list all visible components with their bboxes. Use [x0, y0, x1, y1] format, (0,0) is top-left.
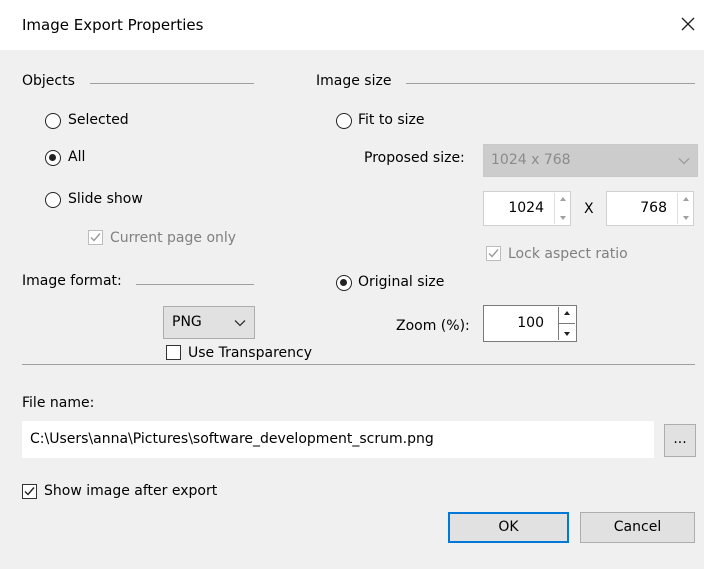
file-name-value: C:\Users\anna\Pictures\software_developm…: [30, 431, 434, 447]
objects-heading: Objects: [22, 73, 75, 89]
lock-aspect-ratio-checkbox[interactable]: [486, 246, 501, 261]
arrow-up-icon: [682, 197, 689, 201]
width-spin-buttons: [554, 193, 570, 224]
zoom-spinner[interactable]: 100: [483, 305, 577, 342]
proposed-size-select[interactable]: 1024 x 768: [483, 144, 698, 177]
use-transparency-checkbox[interactable]: [166, 345, 181, 360]
checkmark-icon: [488, 249, 499, 258]
arrow-down-icon: [559, 216, 566, 220]
chevron-down-icon: [234, 320, 246, 327]
width-value: 1024: [508, 200, 544, 216]
arrow-up-icon: [564, 311, 570, 315]
width-decrement-button[interactable]: [555, 209, 570, 225]
height-increment-button[interactable]: [678, 193, 693, 209]
cancel-button[interactable]: Cancel: [580, 512, 695, 543]
current-page-only-label: Current page only: [110, 230, 237, 246]
width-increment-button[interactable]: [555, 193, 570, 209]
width-spinner[interactable]: 1024: [483, 191, 571, 226]
show-image-after-export-checkbox[interactable]: [22, 484, 37, 499]
size-separator-x: X: [584, 201, 594, 217]
lock-aspect-ratio-label: Lock aspect ratio: [508, 246, 628, 262]
close-button[interactable]: [672, 8, 704, 40]
zoom-increment-button[interactable]: [559, 307, 575, 324]
zoom-label: Zoom (%):: [396, 318, 470, 334]
ok-button[interactable]: OK: [448, 512, 569, 543]
slide-show-radio[interactable]: [45, 192, 61, 208]
use-transparency-label: Use Transparency: [188, 345, 312, 361]
image-size-heading: Image size: [316, 73, 392, 89]
fit-to-size-radio[interactable]: [336, 113, 352, 129]
objects-rule: [90, 83, 254, 84]
original-size-radio[interactable]: [336, 275, 352, 291]
section-divider: [22, 364, 695, 365]
height-value: 768: [640, 200, 667, 216]
selected-label: Selected: [68, 112, 129, 128]
arrow-down-icon: [682, 216, 689, 220]
zoom-spin-buttons: [558, 307, 575, 340]
original-size-label: Original size: [358, 274, 445, 290]
file-name-label: File name:: [22, 395, 95, 411]
height-decrement-button[interactable]: [678, 209, 693, 225]
image-format-value: PNG: [172, 314, 202, 330]
chevron-down-icon: [678, 158, 690, 165]
image-size-rule: [406, 83, 695, 84]
file-name-field[interactable]: C:\Users\anna\Pictures\software_developm…: [22, 421, 654, 458]
arrow-up-icon: [559, 197, 566, 201]
all-radio[interactable]: [45, 150, 61, 166]
all-label: All: [68, 149, 86, 165]
image-format-rule: [136, 284, 254, 285]
close-icon: [681, 17, 695, 31]
zoom-decrement-button[interactable]: [559, 324, 575, 341]
selected-radio[interactable]: [45, 113, 61, 129]
current-page-only-checkbox[interactable]: [88, 230, 103, 245]
checkmark-icon: [90, 233, 101, 242]
dialog-title: Image Export Properties: [22, 16, 204, 34]
show-image-after-export-label: Show image after export: [44, 483, 218, 499]
slide-show-label: Slide show: [68, 191, 143, 207]
image-format-select[interactable]: PNG: [163, 306, 255, 339]
proposed-size-label: Proposed size:: [364, 150, 465, 166]
arrow-down-icon: [564, 332, 570, 336]
checkmark-icon: [24, 487, 35, 496]
height-spin-buttons: [677, 193, 693, 224]
browse-button[interactable]: ...: [664, 424, 696, 457]
image-format-heading: Image format:: [22, 273, 122, 289]
height-spinner[interactable]: 768: [606, 191, 694, 226]
fit-to-size-label: Fit to size: [358, 112, 425, 128]
zoom-value: 100: [517, 315, 544, 331]
proposed-size-value: 1024 x 768: [491, 152, 571, 168]
